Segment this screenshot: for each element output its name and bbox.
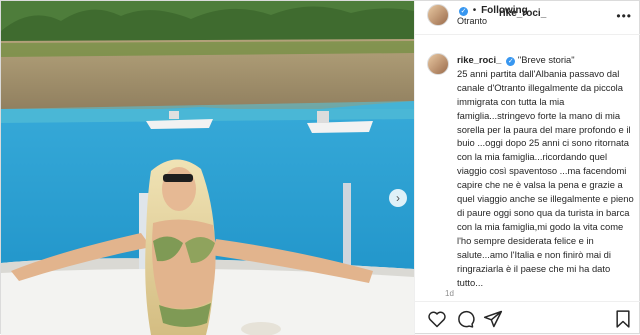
caption-text: rike_roci_ ✓ "Breve storia" 25 anni parti… — [457, 53, 635, 289]
caption-body: 25 anni partita dall'Albania passavo dal… — [457, 67, 634, 288]
verified-badge-icon: ✓ — [506, 57, 516, 66]
post-header: rike_roci_ ✓ • Following Otranto ••• — [415, 1, 640, 35]
post-time[interactable]: 1d — [445, 289, 454, 298]
caption-username[interactable]: rike_roci_ — [457, 54, 501, 65]
more-options-icon[interactable]: ••• — [616, 9, 632, 23]
next-photo-button[interactable]: › — [389, 189, 407, 207]
share-icon[interactable] — [483, 309, 503, 329]
chevron-right-icon: › — [396, 191, 400, 205]
post-side-panel: rike_roci_ ✓ • Following Otranto ••• rike… — [414, 1, 640, 335]
post-location[interactable]: Otranto — [457, 16, 487, 26]
follow-separator: • — [472, 5, 477, 16]
instagram-post: › rike_roci_ ✓ • Following Otranto ••• ri… — [0, 0, 640, 335]
bookmark-icon[interactable] — [613, 309, 633, 329]
heart-icon[interactable] — [427, 309, 447, 329]
caption-avatar[interactable] — [427, 53, 449, 75]
caption-title: "Breve storia" — [517, 54, 575, 65]
beach-photo-illustration — [1, 1, 414, 335]
comment-icon[interactable] — [455, 309, 475, 329]
header-username[interactable]: rike_roci_ — [499, 8, 546, 19]
verified-badge-icon: ✓ — [459, 7, 468, 16]
header-user-line: rike_roci_ ✓ • Following — [457, 5, 546, 19]
post-actions — [415, 301, 640, 335]
post-photo[interactable]: › — [1, 1, 414, 335]
avatar[interactable] — [427, 4, 449, 26]
